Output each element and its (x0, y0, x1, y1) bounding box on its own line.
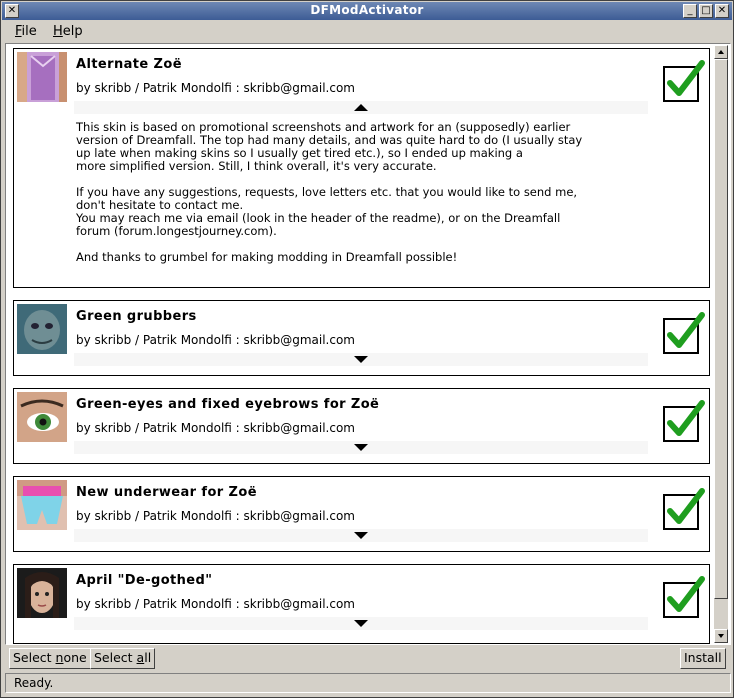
menu-file-label: ile (21, 24, 37, 39)
mod-author: by skribb / Patrik Mondolfi : skribb@gma… (76, 421, 355, 435)
install-button[interactable]: Install (680, 648, 726, 669)
expand-arrow-icon (354, 444, 368, 451)
expand-arrow-icon (354, 356, 368, 363)
select-all-label: Select (94, 650, 137, 665)
enable-checkbox[interactable] (662, 575, 706, 619)
mod-author: by skribb / Patrik Mondolfi : skribb@gma… (76, 509, 355, 523)
enable-checkbox[interactable] (662, 487, 706, 531)
window-title: DFModActivator (310, 3, 424, 17)
minimize-icon[interactable]: _ (683, 4, 697, 18)
mod-thumbnail (17, 568, 67, 618)
mod-title: Alternate Zoë (76, 57, 182, 72)
scroll-down-icon (718, 634, 724, 638)
menu-help[interactable]: Help (53, 24, 83, 39)
mod-card: Alternate Zoë by skribb / Patrik Mondolf… (13, 48, 710, 288)
menu-file[interactable]: File (15, 24, 37, 39)
expand-arrow-icon (354, 532, 368, 539)
mod-card: Green grubbers by skribb / Patrik Mondol… (13, 300, 710, 376)
enable-checkbox[interactable] (662, 399, 706, 443)
select-none-label-rest: one (63, 650, 87, 665)
vertical-scrollbar[interactable] (714, 45, 728, 643)
enable-checkbox[interactable] (662, 59, 706, 103)
menu-help-mnemonic: H (53, 24, 63, 39)
mod-card: Green-eyes and fixed eyebrows for Zoë by… (13, 388, 710, 464)
scroll-up-icon (718, 50, 724, 54)
mod-author: by skribb / Patrik Mondolfi : skribb@gma… (76, 333, 355, 347)
select-none-label: Select (13, 650, 56, 665)
status-text: Ready. (14, 676, 54, 690)
status-bar: Ready. (5, 673, 731, 693)
mod-title: New underwear for Zoë (76, 485, 257, 500)
expand-toggle[interactable] (74, 529, 648, 542)
mod-title: Green-eyes and fixed eyebrows for Zoë (76, 397, 380, 412)
select-all-label-rest: ll (144, 650, 152, 665)
scroll-down-button[interactable] (714, 629, 728, 643)
expand-toggle[interactable] (74, 617, 648, 630)
mod-title: Green grubbers (76, 309, 197, 324)
expand-arrow-icon (354, 620, 368, 627)
select-none-button[interactable]: Select none (9, 648, 91, 669)
title-bar[interactable]: ✕ DFModActivator _ □ ✕ (2, 2, 732, 20)
scroll-up-button[interactable] (714, 45, 728, 59)
mod-card: New underwear for Zoë by skribb / Patrik… (13, 476, 710, 552)
menu-bar: File Help (2, 21, 732, 43)
mod-thumbnail (17, 52, 67, 102)
mod-description: This skin is based on promotional screen… (76, 120, 583, 264)
menu-help-label: elp (62, 24, 83, 39)
expand-toggle[interactable] (74, 353, 648, 366)
mod-thumbnail (17, 392, 67, 442)
close-icon[interactable]: ✕ (715, 4, 729, 18)
mod-author: by skribb / Patrik Mondolfi : skribb@gma… (76, 597, 355, 611)
collapse-toggle[interactable] (74, 101, 648, 114)
scroll-thumb[interactable] (714, 59, 728, 599)
mod-list[interactable]: Alternate Zoë by skribb / Patrik Mondolf… (5, 43, 731, 645)
mod-author: by skribb / Patrik Mondolfi : skribb@gma… (76, 81, 355, 95)
mod-card: April "De-gothed" by skribb / Patrik Mon… (13, 564, 710, 644)
mod-thumbnail (17, 304, 67, 354)
app-window: ✕ DFModActivator _ □ ✕ File Help Alterna… (0, 0, 734, 698)
expand-toggle[interactable] (74, 441, 648, 454)
enable-checkbox[interactable] (662, 311, 706, 355)
mod-title: April "De-gothed" (76, 573, 213, 588)
mod-thumbnail (17, 480, 67, 530)
collapse-arrow-icon (354, 104, 368, 111)
select-all-button[interactable]: Select all (90, 648, 156, 669)
maximize-icon[interactable]: □ (699, 4, 713, 18)
